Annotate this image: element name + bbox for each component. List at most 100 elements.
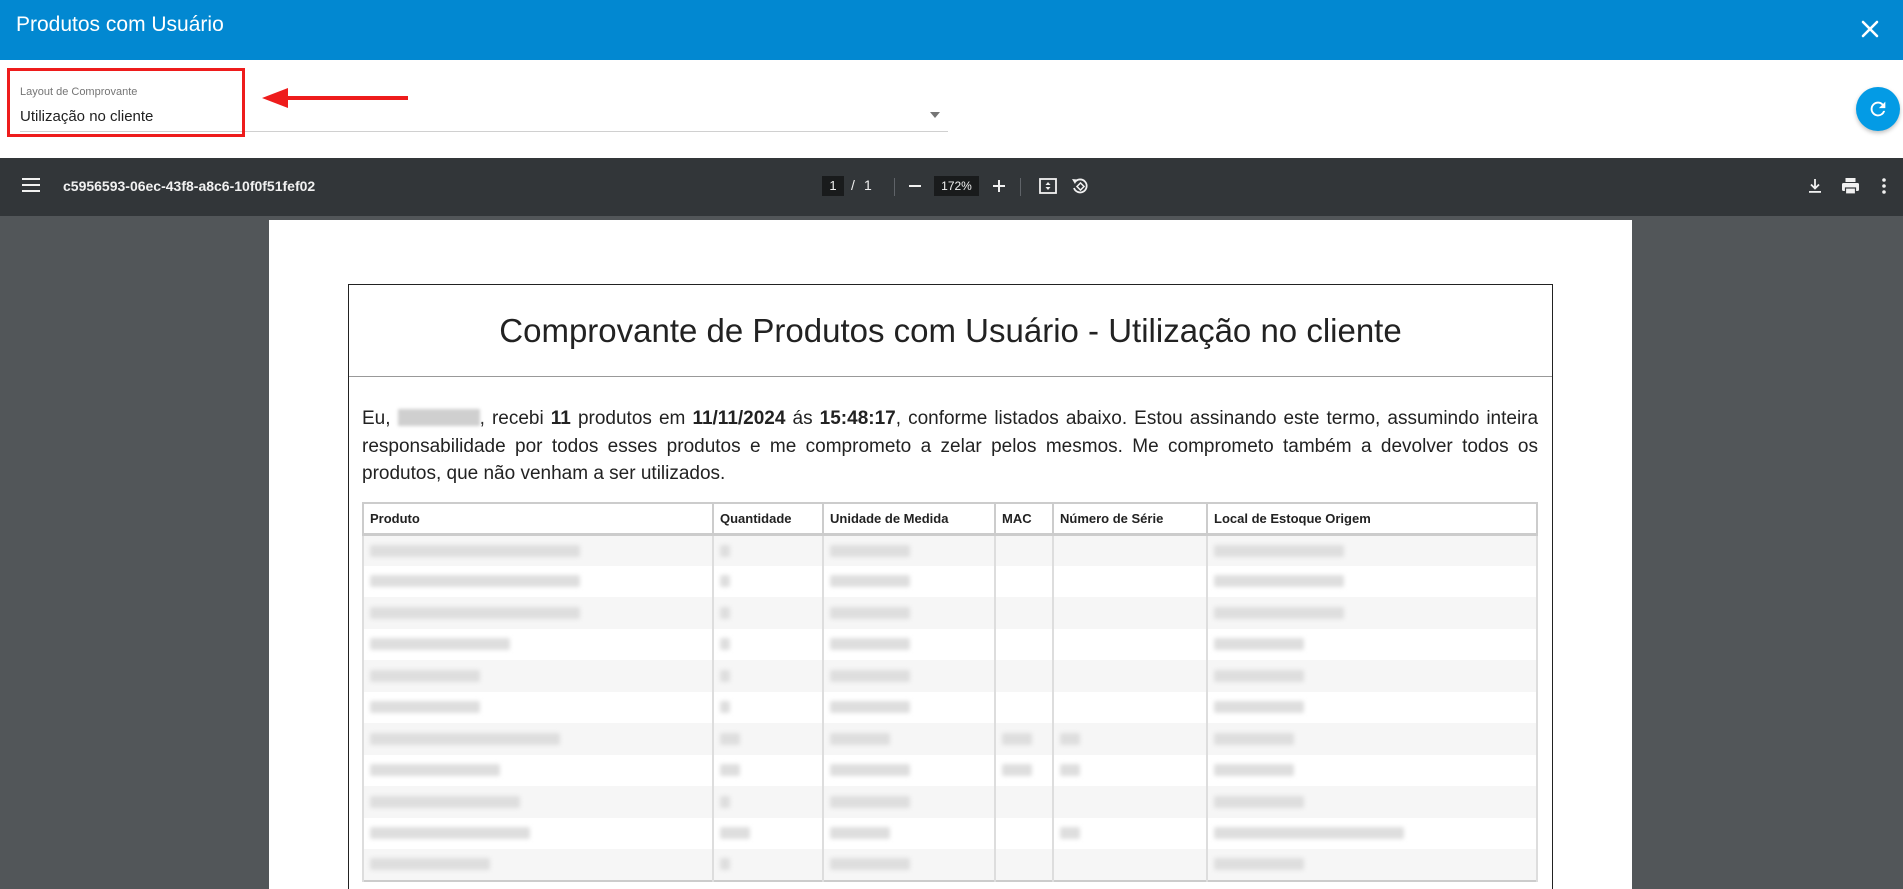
table-cell <box>712 754 824 786</box>
redacted-value <box>1214 575 1344 588</box>
document-paragraph: Eu, , recebi 11 produtos em 11/11/2024 á… <box>362 405 1538 488</box>
table-row <box>362 723 1538 755</box>
chevron-down-icon[interactable] <box>930 112 940 118</box>
table-cell <box>712 723 824 755</box>
page-total: 1 <box>864 177 872 193</box>
fit-page-icon[interactable] <box>1039 177 1057 200</box>
table-cell <box>1206 534 1538 566</box>
refresh-button[interactable] <box>1856 87 1900 131</box>
close-icon[interactable] <box>1855 14 1885 44</box>
header-quantidade: Quantidade <box>712 502 824 536</box>
pdf-viewer-area[interactable]: Comprovante de Produtos com Usuário - Ut… <box>0 216 1903 889</box>
redacted-value <box>830 638 910 651</box>
zoom-in-icon[interactable] <box>991 178 1007 199</box>
table-cell <box>362 723 714 755</box>
toolbar-divider <box>1020 178 1021 196</box>
table-cell <box>822 849 996 881</box>
table-row <box>362 660 1538 692</box>
redacted-value <box>370 701 480 714</box>
table-cell <box>1206 628 1538 660</box>
header-produto: Produto <box>362 502 714 536</box>
table-cell <box>1052 691 1208 723</box>
redacted-value <box>830 795 910 808</box>
more-options-icon[interactable] <box>1881 177 1887 200</box>
table-cell <box>1052 597 1208 629</box>
table-cell <box>362 754 714 786</box>
table-cell <box>1052 786 1208 818</box>
redacted-value <box>370 575 580 588</box>
page-number-input[interactable]: 1 <box>822 176 844 196</box>
table-cell <box>822 628 996 660</box>
table-cell <box>994 723 1054 755</box>
redacted-value <box>1002 764 1032 777</box>
header-local: Local de Estoque Origem <box>1206 502 1538 536</box>
table-cell <box>362 817 714 849</box>
table-cell <box>362 628 714 660</box>
table-cell <box>362 534 714 566</box>
table-cell <box>712 534 824 566</box>
table-cell <box>994 817 1054 849</box>
redacted-value <box>1060 764 1080 777</box>
toolbar-divider <box>894 178 895 196</box>
table-cell <box>1052 849 1208 881</box>
table-row <box>362 628 1538 660</box>
redacted-value <box>1214 701 1304 714</box>
table-cell <box>822 691 996 723</box>
table-cell <box>1052 534 1208 566</box>
table-cell <box>1206 786 1538 818</box>
table-cell <box>1052 660 1208 692</box>
redacted-value <box>720 732 740 745</box>
redacted-value <box>1214 795 1304 808</box>
receipt-date: 11/11/2024 <box>692 408 786 429</box>
table-cell <box>712 786 824 818</box>
redacted-value <box>1214 858 1304 871</box>
redacted-value <box>1002 732 1032 745</box>
table-cell <box>994 786 1054 818</box>
zoom-out-icon[interactable] <box>907 178 923 199</box>
table-cell <box>822 817 996 849</box>
redacted-value <box>830 764 910 777</box>
para-after-name: , recebi <box>479 408 544 429</box>
redacted-value <box>370 606 580 619</box>
redacted-value <box>830 669 910 682</box>
redacted-value <box>1214 669 1304 682</box>
table-row <box>362 565 1538 597</box>
redacted-value <box>830 544 910 557</box>
table-cell <box>1206 817 1538 849</box>
table-cell <box>1206 849 1538 881</box>
table-cell <box>994 849 1054 881</box>
redacted-value <box>370 669 480 682</box>
redacted-value <box>720 575 730 588</box>
print-icon[interactable] <box>1841 177 1860 200</box>
redacted-value <box>370 544 580 557</box>
table-row <box>362 786 1538 818</box>
redacted-value <box>830 858 910 871</box>
redacted-value <box>370 827 530 840</box>
table-cell <box>1206 691 1538 723</box>
table-cell <box>822 786 996 818</box>
table-cell <box>994 691 1054 723</box>
table-cell <box>822 597 996 629</box>
table-row <box>362 534 1538 566</box>
redacted-value <box>370 764 500 777</box>
product-count: 11 <box>550 408 571 429</box>
redacted-value <box>720 827 750 840</box>
zoom-input[interactable]: 172% <box>934 176 979 196</box>
redacted-value <box>720 669 730 682</box>
table-row <box>362 849 1538 881</box>
redacted-value <box>1214 606 1344 619</box>
redacted-value <box>370 795 520 808</box>
table-cell <box>712 660 824 692</box>
redacted-value <box>830 701 910 714</box>
header-serie: Número de Série <box>1052 502 1208 536</box>
products-table-body <box>362 534 1538 881</box>
table-cell <box>1052 817 1208 849</box>
redacted-value <box>370 732 560 745</box>
rotate-icon[interactable] <box>1071 177 1089 200</box>
redacted-value <box>830 575 910 588</box>
menu-icon[interactable] <box>22 177 40 198</box>
redacted-value <box>720 858 730 871</box>
table-cell <box>362 660 714 692</box>
download-icon[interactable] <box>1806 177 1824 200</box>
page-separator: / <box>851 177 855 193</box>
